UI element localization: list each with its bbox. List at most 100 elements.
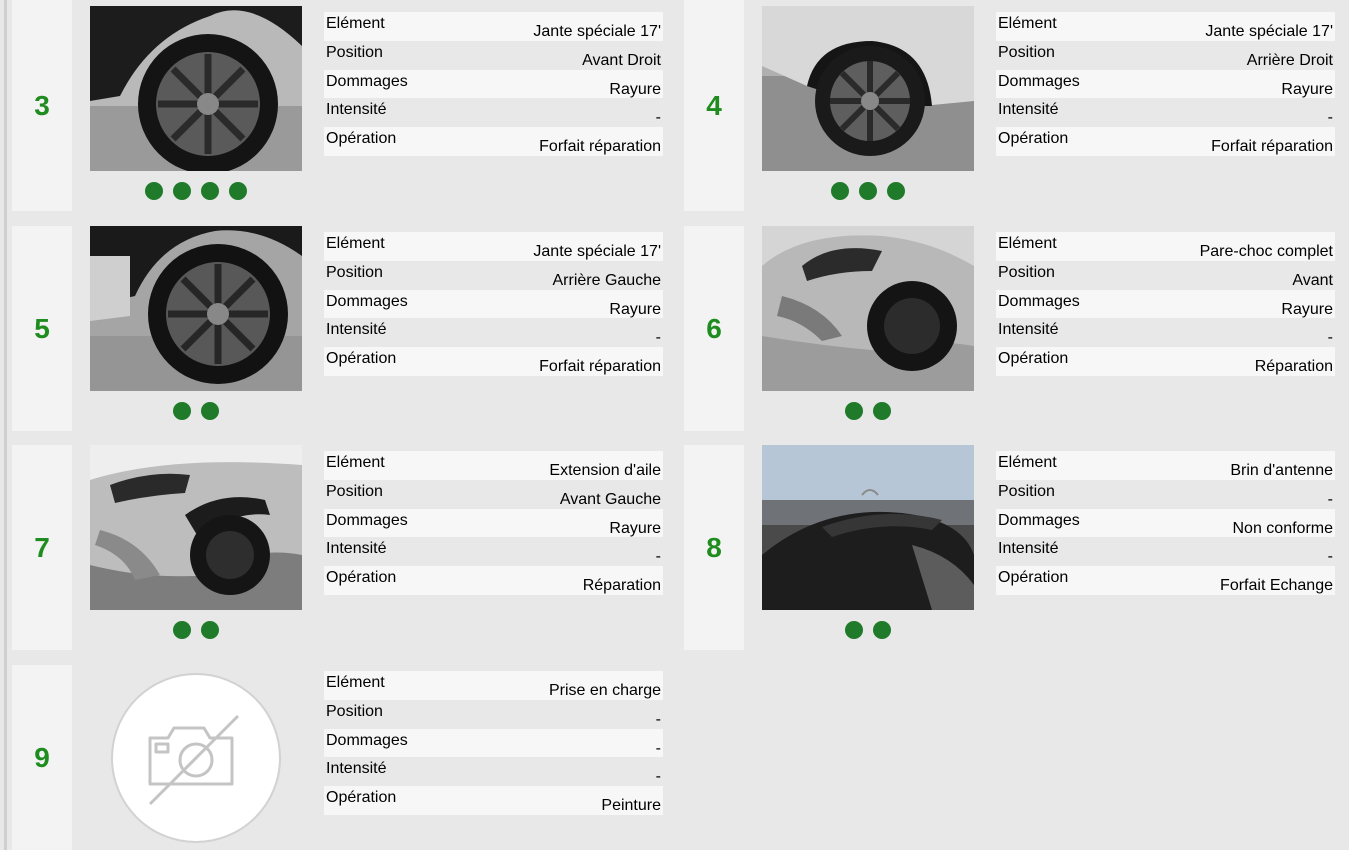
damage-details-table: Elément Jante spéciale 17' Position Arrièr… <box>324 232 663 376</box>
value-intensite: - <box>1327 548 1333 566</box>
row-element: Elément Jante spéciale 17' <box>324 232 663 261</box>
damage-card-4: 4 Elément Jante spéciale 17' Position Ar… <box>684 0 1341 211</box>
item-number-cell: 7 <box>12 445 72 650</box>
damage-card-8: 8 Elément Brin d'antenne Position - Dommag… <box>684 445 1341 650</box>
label-position: Position <box>326 43 383 61</box>
damage-photo-wing-extension[interactable] <box>90 445 302 610</box>
row-intensite: Intensité - <box>324 98 663 128</box>
row-position: Position Avant <box>996 260 1335 290</box>
value-intensite: - <box>655 548 661 566</box>
label-element: Elément <box>326 235 385 252</box>
value-dommages: Non conforme <box>1232 519 1334 537</box>
damage-photo-front-bumper[interactable] <box>762 226 974 391</box>
item-number-cell: 9 <box>12 665 72 850</box>
photo-pager-dot[interactable] <box>145 182 163 200</box>
row-intensite: Intensité - <box>324 318 663 348</box>
label-operation: Opération <box>326 350 397 368</box>
damage-card-9: 9 Elément Prise en charge Position - Domma… <box>12 665 669 850</box>
damage-details-table: Elément Extension d'aile Position Avant Ga… <box>324 451 663 595</box>
photo-pager-dot[interactable] <box>859 182 877 200</box>
value-dommages: - <box>655 739 661 757</box>
label-intensite: Intensité <box>326 321 387 339</box>
item-number-cell: 3 <box>12 0 72 211</box>
row-intensite: Intensité - <box>996 318 1335 348</box>
label-intensite: Intensité <box>998 540 1059 558</box>
label-dommages: Dommages <box>326 731 408 749</box>
label-intensite: Intensité <box>326 540 387 558</box>
damage-details-table: Elément Jante spéciale 17' Position Avant … <box>324 12 663 156</box>
damage-photo-roof-antenna[interactable] <box>762 445 974 610</box>
row-intensite: Intensité - <box>324 537 663 567</box>
value-position: Avant <box>1292 271 1333 289</box>
value-operation: Réparation <box>582 577 661 595</box>
damage-photo-wheel-rear-right[interactable] <box>762 6 974 171</box>
label-operation: Opération <box>326 130 397 148</box>
value-operation: Peinture <box>601 797 661 815</box>
label-dommages: Dommages <box>326 72 408 90</box>
no-photo-placeholder <box>90 673 302 843</box>
label-operation: Opération <box>326 789 397 807</box>
value-operation: Forfait Echange <box>1220 577 1333 595</box>
photo-pager-dot[interactable] <box>873 621 891 639</box>
item-number-cell: 5 <box>12 226 72 431</box>
damage-photo-wheel-rear-left[interactable] <box>90 226 302 391</box>
item-number: 9 <box>34 741 50 773</box>
row-position: Position Avant Droit <box>324 40 663 70</box>
label-operation: Opération <box>326 569 397 587</box>
row-position: Position - <box>996 479 1335 509</box>
photo-pager-dot[interactable] <box>201 182 219 200</box>
row-operation: Opération Forfait Echange <box>996 566 1335 595</box>
item-number-cell: 8 <box>684 445 744 650</box>
item-number: 8 <box>706 531 722 563</box>
photo-pager-dot[interactable] <box>873 402 891 420</box>
label-intensite: Intensité <box>998 101 1059 119</box>
value-element: Jante spéciale 17' <box>533 23 661 40</box>
value-position: - <box>655 710 661 728</box>
damage-photo-wheel-front-right[interactable] <box>90 6 302 171</box>
label-element: Elément <box>326 454 385 471</box>
photo-pager-dot[interactable] <box>229 182 247 200</box>
left-edge-bar <box>4 0 7 850</box>
damage-details-table: Elément Pare-choc complet Position Avant D… <box>996 232 1335 376</box>
label-operation: Opération <box>998 350 1069 368</box>
item-number-cell: 4 <box>684 0 744 211</box>
row-element: Elément Pare-choc complet <box>996 232 1335 261</box>
value-dommages: Rayure <box>609 519 661 537</box>
photo-pager-dot[interactable] <box>831 182 849 200</box>
label-intensite: Intensité <box>998 321 1059 339</box>
label-position: Position <box>998 263 1055 281</box>
row-intensite: Intensité - <box>324 757 663 787</box>
label-element: Elément <box>998 15 1057 32</box>
item-number: 4 <box>706 89 722 121</box>
row-operation: Opération Forfait réparation <box>324 347 663 376</box>
value-element: Pare-choc complet <box>1199 243 1333 260</box>
label-dommages: Dommages <box>326 292 408 310</box>
photo-pager-dot[interactable] <box>845 402 863 420</box>
damage-details-table: Elément Prise en charge Position - Dommage… <box>324 671 663 815</box>
value-intensite: - <box>655 329 661 347</box>
photo-pager-dot[interactable] <box>845 621 863 639</box>
row-dommages: Dommages Rayure <box>324 508 663 538</box>
row-dommages: Dommages Rayure <box>324 69 663 99</box>
label-dommages: Dommages <box>998 511 1080 529</box>
value-position: - <box>1327 490 1333 508</box>
value-operation: Forfait réparation <box>539 358 661 376</box>
value-intensite: - <box>655 768 661 786</box>
photo-pager-dot[interactable] <box>201 621 219 639</box>
value-intensite: - <box>1327 109 1333 127</box>
photo-pager-dot[interactable] <box>173 182 191 200</box>
row-dommages: Dommages Rayure <box>996 69 1335 99</box>
value-element: Brin d'antenne <box>1230 462 1333 479</box>
damage-card-5: 5 Elément Jante spéciale 17' Position Ar… <box>12 226 669 431</box>
photo-pager-dot[interactable] <box>201 402 219 420</box>
label-operation: Opération <box>998 130 1069 148</box>
photo-pager-dot[interactable] <box>173 402 191 420</box>
photo-pager-dot[interactable] <box>173 621 191 639</box>
row-dommages: Dommages Rayure <box>324 289 663 319</box>
item-number: 5 <box>34 312 50 344</box>
value-dommages: Rayure <box>1281 80 1333 98</box>
photo-pager-dot[interactable] <box>887 182 905 200</box>
value-dommages: Rayure <box>609 80 661 98</box>
label-position: Position <box>998 43 1055 61</box>
value-operation: Forfait réparation <box>539 138 661 156</box>
